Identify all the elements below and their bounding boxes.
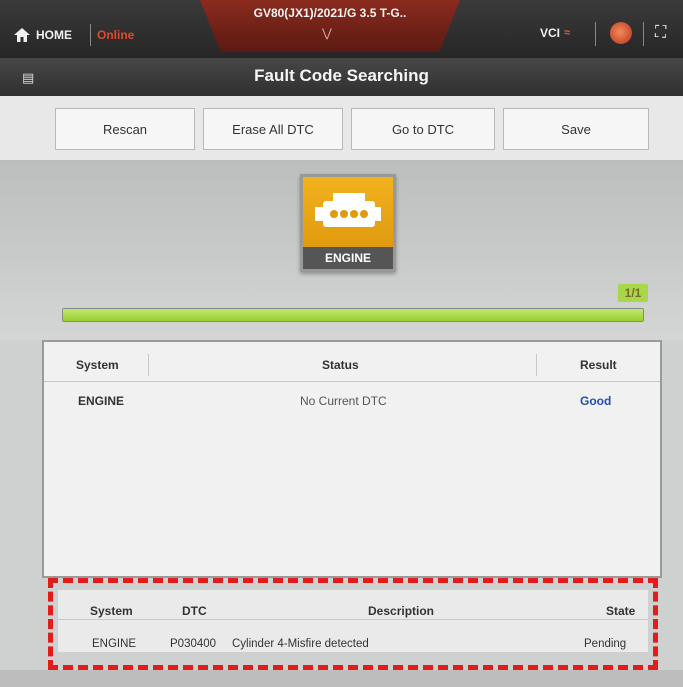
system-cell: ENGINE [78,394,125,408]
divider [536,354,537,376]
chevron-down-icon: ⋁ [322,26,332,40]
highlight-annotation [48,578,658,670]
table-row[interactable]: ENGINE No Current DTC Good [44,382,660,418]
signal-icon: ≈ [564,27,571,39]
column-header-system: System [76,358,119,372]
screen: HOME Online GV80(JX1)/2021/G 3.5 T-G.. ⋁… [0,0,683,687]
fullscreen-icon[interactable]: ⛶ [655,24,675,42]
vci-status[interactable]: VCI ≈ [540,26,570,40]
system-table: System Status Result ENGINE No Current D… [42,340,662,578]
vehicle-tab[interactable]: GV80(JX1)/2021/G 3.5 T-G.. ⋁ [200,0,460,52]
divider [148,354,149,376]
progress-fill [63,309,643,321]
divider [595,22,596,46]
toolbar: Rescan Erase All DTC Go to DTC Save [0,96,683,160]
system-table-header: System Status Result [44,342,660,382]
engine-icon [303,177,393,247]
title-bar: ▤ Fault Code Searching [0,58,683,96]
progress-count: 1/1 [618,284,648,302]
engine-module-tile[interactable]: ENGINE [300,174,396,272]
vci-label: VCI [540,26,561,40]
status-cell: No Current DTC [300,394,387,408]
go-to-dtc-button[interactable]: Go to DTC [351,108,495,150]
divider [643,22,644,46]
profile-icon[interactable] [610,22,632,44]
home-button[interactable]: HOME [14,24,72,46]
result-cell: Good [580,394,612,408]
progress-bar [62,308,644,322]
page-title: Fault Code Searching [254,66,429,85]
erase-all-dtc-button[interactable]: Erase All DTC [203,108,343,150]
bottom-strip [0,670,683,687]
home-label: HOME [36,28,72,42]
home-icon [14,28,30,42]
online-status: Online [90,24,134,46]
save-button[interactable]: Save [503,108,649,150]
vehicle-name: GV80(JX1)/2021/G 3.5 T-G.. [253,6,407,20]
rescan-button[interactable]: Rescan [55,108,195,150]
column-header-status: Status [322,358,359,372]
engine-module-label: ENGINE [303,247,393,269]
column-header-result: Result [580,358,617,372]
module-area: ENGINE 1/1 [0,160,683,340]
top-bar: HOME Online GV80(JX1)/2021/G 3.5 T-G.. ⋁… [0,0,683,58]
